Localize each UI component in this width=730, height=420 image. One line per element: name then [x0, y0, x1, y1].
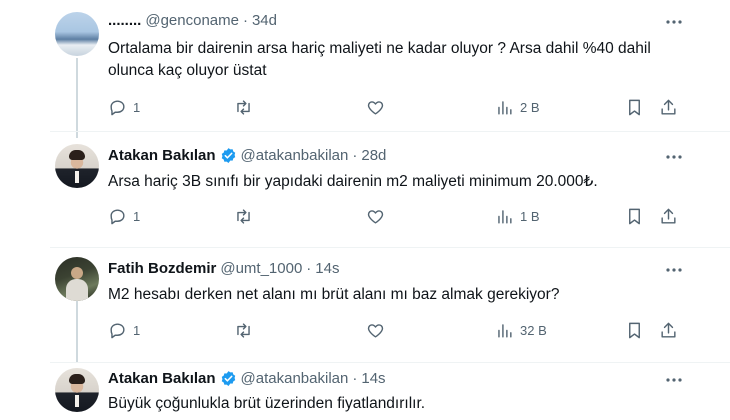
- reply-button[interactable]: 1: [108, 96, 140, 118]
- share-button[interactable]: [659, 96, 678, 118]
- reply-icon: [110, 322, 125, 338]
- user-handle[interactable]: @genconame: [145, 12, 239, 29]
- separator: ·: [242, 11, 248, 29]
- user-handle[interactable]: @atakanbakilan: [241, 370, 349, 387]
- timestamp[interactable]: 28d: [361, 147, 386, 164]
- like-button[interactable]: [366, 96, 391, 118]
- tweet-header: Fatih Bozdemir @umt_1000 · 14s: [108, 258, 339, 278]
- share-icon: [661, 208, 676, 224]
- separator: ·: [306, 259, 312, 277]
- more-icon[interactable]: [664, 370, 684, 390]
- like-icon: [367, 209, 384, 224]
- display-name[interactable]: ........: [108, 12, 141, 29]
- views-button[interactable]: 32 B: [495, 319, 547, 341]
- bookmark-button[interactable]: [625, 205, 644, 227]
- views-button[interactable]: 2 B: [495, 96, 540, 118]
- avatar[interactable]: [55, 257, 99, 301]
- display-name[interactable]: Atakan Bakılan: [108, 147, 216, 164]
- timestamp[interactable]: 14s: [315, 260, 339, 277]
- view-count: 32 B: [520, 322, 547, 338]
- retweet-icon: [237, 99, 250, 115]
- reply-count: 1: [133, 208, 141, 224]
- retweet-button[interactable]: [234, 96, 259, 118]
- tweet-text: M2 hesabı derken net alanı mı brüt alanı…: [108, 286, 560, 303]
- bookmark-icon: [629, 322, 640, 338]
- divider: [50, 362, 730, 363]
- more-icon[interactable]: [664, 260, 684, 280]
- timestamp[interactable]: 14s: [361, 370, 385, 387]
- separator: ·: [352, 369, 358, 387]
- tweet-header: ........ @genconame · 34d: [108, 10, 277, 30]
- view-count: 1 B: [520, 208, 540, 224]
- tweet-text: Arsa hariç 3B sınıfı bir yapıdaki dairen…: [108, 173, 598, 190]
- reply-icon: [110, 99, 125, 115]
- timestamp[interactable]: 34d: [252, 12, 277, 29]
- share-button[interactable]: [659, 205, 678, 227]
- like-icon: [367, 323, 384, 338]
- reply-count: 1: [133, 99, 141, 115]
- more-icon[interactable]: [664, 147, 684, 167]
- retweet-icon: [237, 208, 250, 224]
- views-icon: [498, 323, 512, 338]
- reply-count: 1: [133, 322, 141, 338]
- retweet-icon: [237, 322, 250, 338]
- tweet-actions: 1 32 B: [0, 319, 730, 341]
- separator: ·: [352, 146, 358, 164]
- like-button[interactable]: [366, 319, 391, 341]
- bookmark-icon: [629, 99, 640, 115]
- view-count: 2 B: [520, 99, 540, 115]
- avatar[interactable]: [55, 144, 99, 188]
- tweet-actions: 1 2 B: [0, 96, 730, 118]
- tweet-text: Büyük çoğunlukla brüt üzerinden fiyatlan…: [108, 395, 426, 412]
- reply-button[interactable]: 1: [108, 319, 140, 341]
- views-icon: [498, 100, 512, 115]
- like-button[interactable]: [366, 205, 391, 227]
- avatar[interactable]: [55, 12, 99, 56]
- verified-badge-icon: [221, 370, 235, 386]
- share-icon: [661, 99, 676, 115]
- divider: [50, 131, 730, 132]
- tweet[interactable]: Fatih Bozdemir @umt_1000 · 14s M2 hesabı…: [0, 252, 730, 362]
- tweet-text: Ortalama bir dairenin arsa hariç maliyet…: [108, 40, 651, 79]
- user-handle[interactable]: @atakanbakilan: [241, 147, 349, 164]
- tweet[interactable]: ........ @genconame · 34d Ortalama bir d…: [0, 0, 730, 130]
- bookmark-button[interactable]: [625, 319, 644, 341]
- share-button[interactable]: [659, 319, 678, 341]
- retweet-button[interactable]: [234, 319, 259, 341]
- views-icon: [498, 209, 512, 224]
- tweet[interactable]: Atakan Bakılan @atakanbakilan · 28d Arsa…: [0, 138, 730, 248]
- tweet-header: Atakan Bakılan @atakanbakilan · 14s: [108, 368, 386, 388]
- views-button[interactable]: 1 B: [495, 205, 540, 227]
- like-icon: [367, 100, 384, 115]
- retweet-button[interactable]: [234, 205, 259, 227]
- display-name[interactable]: Atakan Bakılan: [108, 370, 216, 387]
- bookmark-button[interactable]: [625, 96, 644, 118]
- reply-button[interactable]: 1: [108, 205, 140, 227]
- bookmark-icon: [629, 208, 640, 224]
- user-handle[interactable]: @umt_1000: [220, 260, 302, 277]
- tweet-actions: 1 1 B: [0, 205, 730, 227]
- share-icon: [661, 322, 676, 338]
- tweet[interactable]: Atakan Bakılan @atakanbakilan · 14s Büyü…: [0, 364, 730, 420]
- more-icon[interactable]: [664, 12, 684, 32]
- reply-icon: [110, 208, 125, 224]
- avatar[interactable]: [55, 368, 99, 412]
- verified-badge-icon: [221, 147, 235, 163]
- divider: [50, 247, 730, 248]
- tweet-header: Atakan Bakılan @atakanbakilan · 28d: [108, 145, 386, 165]
- display-name[interactable]: Fatih Bozdemir: [108, 260, 216, 277]
